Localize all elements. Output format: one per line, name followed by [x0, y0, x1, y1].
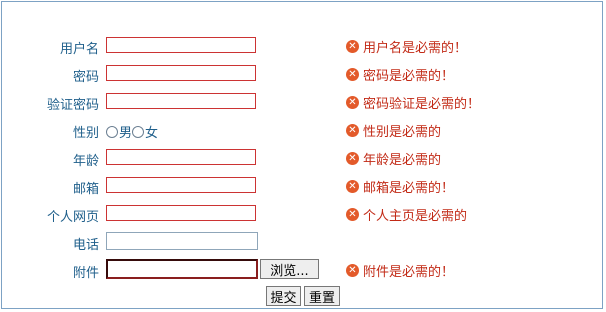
- x-circle-icon: ✕: [346, 152, 359, 165]
- x-circle-icon: ✕: [346, 208, 359, 221]
- gender-male-label: 男: [119, 126, 133, 141]
- age-error-text: 年龄是必需的: [363, 153, 442, 168]
- username-input[interactable]: [106, 37, 256, 53]
- password-input[interactable]: [106, 65, 256, 81]
- email-error-text: 邮箱是必需的！: [363, 181, 455, 196]
- gender-male-radio[interactable]: [106, 125, 118, 138]
- x-circle-icon: ✕: [346, 264, 359, 277]
- email-label: 邮箱: [72, 182, 99, 197]
- gender-female-radio[interactable]: [132, 125, 145, 138]
- gender-error: ✕ 性别是必需的: [346, 121, 441, 140]
- age-input[interactable]: [106, 149, 256, 165]
- row-username: 用户名 ✕ 用户名是必需的！: [0, 35, 606, 57]
- x-circle-icon: ✕: [346, 40, 359, 53]
- confirm-password-error: ✕ 密码验证是必需的！: [346, 93, 480, 112]
- username-label: 用户名: [59, 42, 99, 57]
- row-email: 邮箱 ✕ 邮箱是必需的！: [0, 175, 606, 197]
- attachment-error: ✕ 附件是必需的！: [346, 261, 454, 280]
- attachment-error-text: 附件是必需的！: [363, 265, 455, 280]
- gender-label: 性别: [72, 126, 99, 141]
- gender-radio-group: 男 女: [106, 122, 158, 141]
- x-circle-icon: ✕: [346, 96, 359, 109]
- homepage-error: ✕ 个人主页是必需的: [346, 205, 467, 224]
- username-error-text: 用户名是必需的！: [363, 41, 468, 56]
- phone-label: 电话: [72, 238, 99, 253]
- x-circle-icon: ✕: [346, 124, 359, 137]
- email-input[interactable]: [106, 177, 256, 193]
- attachment-file-input[interactable]: [106, 259, 258, 279]
- confirm-password-error-text: 密码验证是必需的！: [363, 97, 481, 112]
- row-phone: 电话: [0, 231, 606, 253]
- homepage-label: 个人网页: [46, 210, 99, 225]
- row-age: 年龄 ✕ 年龄是必需的: [0, 147, 606, 169]
- phone-input[interactable]: [106, 232, 258, 250]
- password-error-text: 密码是必需的！: [363, 69, 455, 84]
- row-attachment: 附件 浏览... ✕ 附件是必需的！: [0, 259, 606, 281]
- row-homepage: 个人网页 ✕ 个人主页是必需的: [0, 203, 606, 225]
- row-password: 密码 ✕ 密码是必需的！: [0, 63, 606, 85]
- x-circle-icon: ✕: [346, 180, 359, 193]
- gender-female-label: 女: [145, 126, 159, 141]
- homepage-input[interactable]: [106, 205, 256, 221]
- username-error: ✕ 用户名是必需的！: [346, 37, 467, 56]
- x-circle-icon: ✕: [346, 68, 359, 81]
- password-label: 密码: [72, 70, 99, 85]
- browse-button[interactable]: 浏览...: [260, 259, 319, 279]
- homepage-error-text: 个人主页是必需的: [363, 209, 468, 224]
- password-error: ✕ 密码是必需的！: [346, 65, 454, 84]
- row-confirm-password: 验证密码 ✕ 密码验证是必需的！: [0, 91, 606, 113]
- confirm-password-label: 验证密码: [46, 98, 99, 113]
- attachment-label: 附件: [72, 266, 99, 281]
- submit-button[interactable]: 提交: [266, 286, 301, 306]
- age-error: ✕ 年龄是必需的: [346, 149, 441, 168]
- reset-button[interactable]: 重置: [304, 286, 340, 306]
- email-error: ✕ 邮箱是必需的！: [346, 177, 454, 196]
- row-gender: 性别 男 女 ✕ 性别是必需的: [0, 119, 606, 141]
- confirm-password-input[interactable]: [106, 93, 256, 109]
- gender-error-text: 性别是必需的: [363, 125, 442, 140]
- age-label: 年龄: [72, 154, 99, 169]
